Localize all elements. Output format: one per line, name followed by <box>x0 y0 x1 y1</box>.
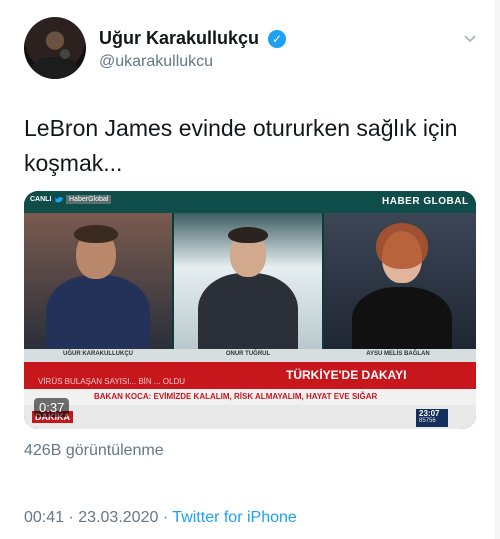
tweet-card: Uğur Karakullukçu ✓ @ukarakullukcu LeBro… <box>0 0 500 539</box>
clock: 23:07 <box>419 409 440 418</box>
ticker-bottom-bar: DAKİKA 23:07 85756 <box>24 405 476 429</box>
clock-box: 23:07 85756 <box>416 409 448 427</box>
channel-tag: HaberGlobal <box>66 195 112 204</box>
chevron-down-icon[interactable] <box>462 30 478 46</box>
ticker-red-strip: TÜRKİYE'DE DAKAYI VİRÜS BULAŞAN SAYISI..… <box>24 362 476 389</box>
person-body <box>198 273 298 349</box>
video-panel-center <box>174 213 322 349</box>
video-top-bar: CANLI HaberGlobal HABER GLOBAL <box>24 191 476 213</box>
author-handle[interactable]: @ukarakullukcu <box>99 53 213 71</box>
person-body <box>46 275 150 349</box>
tweet-text: LeBron James evinde otururken sağlık içi… <box>24 115 458 176</box>
video-player[interactable]: CANLI HaberGlobal HABER GLOBAL UĞUR KARA… <box>24 191 476 429</box>
scrollbar[interactable] <box>494 0 500 539</box>
person-body <box>352 287 452 349</box>
caption-right: AYSU MELİS BAĞLAN <box>366 351 430 357</box>
caption-left: UĞUR KARAKULLUKÇU <box>63 351 133 357</box>
avatar-body <box>32 57 78 79</box>
meta-separator: · <box>162 509 169 526</box>
author-display-name[interactable]: Uğur Karakullukçu <box>99 28 259 49</box>
channel-brand: HABER GLOBAL <box>382 196 469 207</box>
tweet-source-link[interactable]: Twitter for iPhone <box>172 509 297 526</box>
ticker-main: TÜRKİYE'DE DAKAYI <box>286 368 407 382</box>
avatar-mic <box>60 49 70 59</box>
ticker-secondary: BAKAN KOCA: EVİMİZDE KALALIM, RİSK ALMAY… <box>94 392 378 401</box>
twitter-bird-icon <box>55 197 63 203</box>
person-hair <box>228 227 268 243</box>
ticker-white-bar: BAKAN KOCA: EVİMİZDE KALALIM, RİSK ALMAY… <box>24 389 476 405</box>
person-hair <box>74 225 118 243</box>
avatar[interactable] <box>24 17 86 79</box>
meta-separator: · <box>68 509 74 526</box>
video-panel-right <box>324 213 476 349</box>
tweet-date[interactable]: 23.03.2020 <box>78 509 158 526</box>
ticker-blur: VİRÜS BULAŞAN SAYISI... BİN ... OLDU <box>38 377 186 386</box>
tweet-meta: 00:41 · 23.03.2020 · Twitter for iPhone <box>24 509 297 527</box>
caption-strip: UĞUR KARAKULLUKÇU ONUR TUĞRUL AYSU MELİS… <box>24 349 476 362</box>
live-label: CANLI <box>30 196 52 203</box>
verified-badge-icon: ✓ <box>268 30 286 48</box>
video-panel-left <box>24 213 172 349</box>
market-index: 85756 <box>419 418 436 424</box>
view-count: 426B görüntülenme <box>24 442 164 459</box>
video-timecode: 0:37 <box>34 398 70 417</box>
tweet-time[interactable]: 00:41 <box>24 509 64 526</box>
caption-center: ONUR TUĞRUL <box>225 351 271 357</box>
person-hair <box>376 223 428 269</box>
